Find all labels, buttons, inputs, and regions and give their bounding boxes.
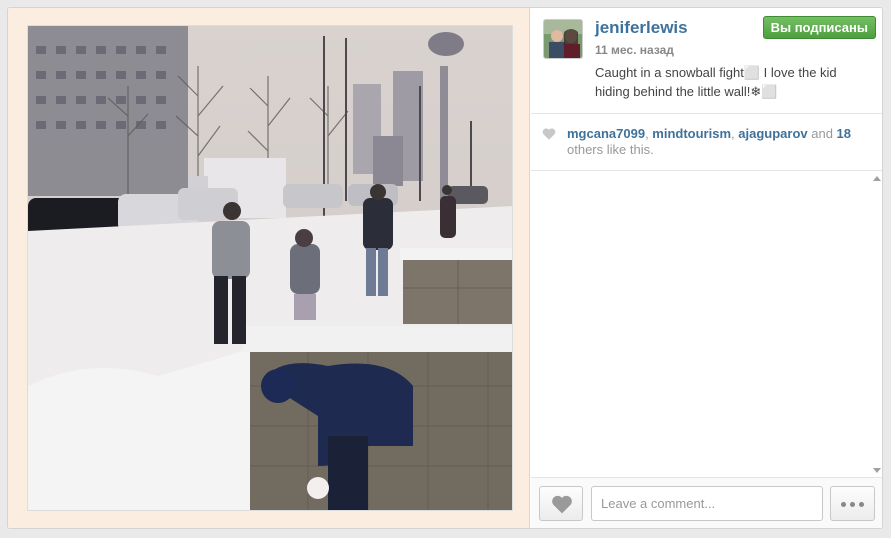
likes-and: and bbox=[807, 126, 837, 141]
post-caption: Caught in a snowball fight⬜ I love the k… bbox=[595, 65, 837, 99]
like-user-link[interactable]: mindtourism bbox=[652, 126, 731, 141]
scroll-down-arrow-icon[interactable] bbox=[873, 468, 881, 473]
heart-icon bbox=[542, 128, 556, 140]
post-footer bbox=[531, 477, 882, 528]
post-timestamp: 11 мес. назад bbox=[595, 43, 674, 57]
likes-others-count[interactable]: 18 bbox=[837, 126, 851, 141]
ellipsis-icon bbox=[850, 502, 855, 507]
likes-text: mgcana7099, mindtourism, ajaguparov and … bbox=[567, 126, 872, 158]
comment-input[interactable] bbox=[591, 486, 823, 521]
heart-icon bbox=[552, 495, 572, 514]
photo-modal: jeniferlewis 11 мес. назад Вы подписаны … bbox=[7, 7, 883, 529]
like-user-link[interactable]: ajaguparov bbox=[738, 126, 807, 141]
username-link[interactable]: jeniferlewis bbox=[595, 18, 688, 38]
avatar-image bbox=[544, 20, 582, 58]
more-options-button[interactable] bbox=[830, 486, 875, 521]
comments-list bbox=[531, 172, 882, 477]
snowball-fight-photo bbox=[28, 26, 512, 510]
scroll-up-arrow-icon[interactable] bbox=[873, 176, 881, 181]
ellipsis-icon bbox=[859, 502, 864, 507]
likes-others-suffix: others like this. bbox=[567, 142, 654, 157]
photo-frame bbox=[8, 8, 530, 528]
likes-summary: mgcana7099, mindtourism, ajaguparov and … bbox=[531, 115, 882, 171]
comments-scrollbar[interactable] bbox=[872, 172, 882, 477]
following-button[interactable]: Вы подписаны bbox=[762, 16, 876, 39]
like-button[interactable] bbox=[539, 486, 583, 521]
like-user-link[interactable]: mgcana7099 bbox=[567, 126, 645, 141]
post-sidebar: jeniferlewis 11 мес. назад Вы подписаны … bbox=[531, 8, 882, 528]
post-photo[interactable] bbox=[27, 25, 513, 511]
ellipsis-icon bbox=[841, 502, 846, 507]
avatar[interactable] bbox=[543, 19, 583, 59]
post-header: jeniferlewis 11 мес. назад Вы подписаны … bbox=[531, 8, 882, 114]
